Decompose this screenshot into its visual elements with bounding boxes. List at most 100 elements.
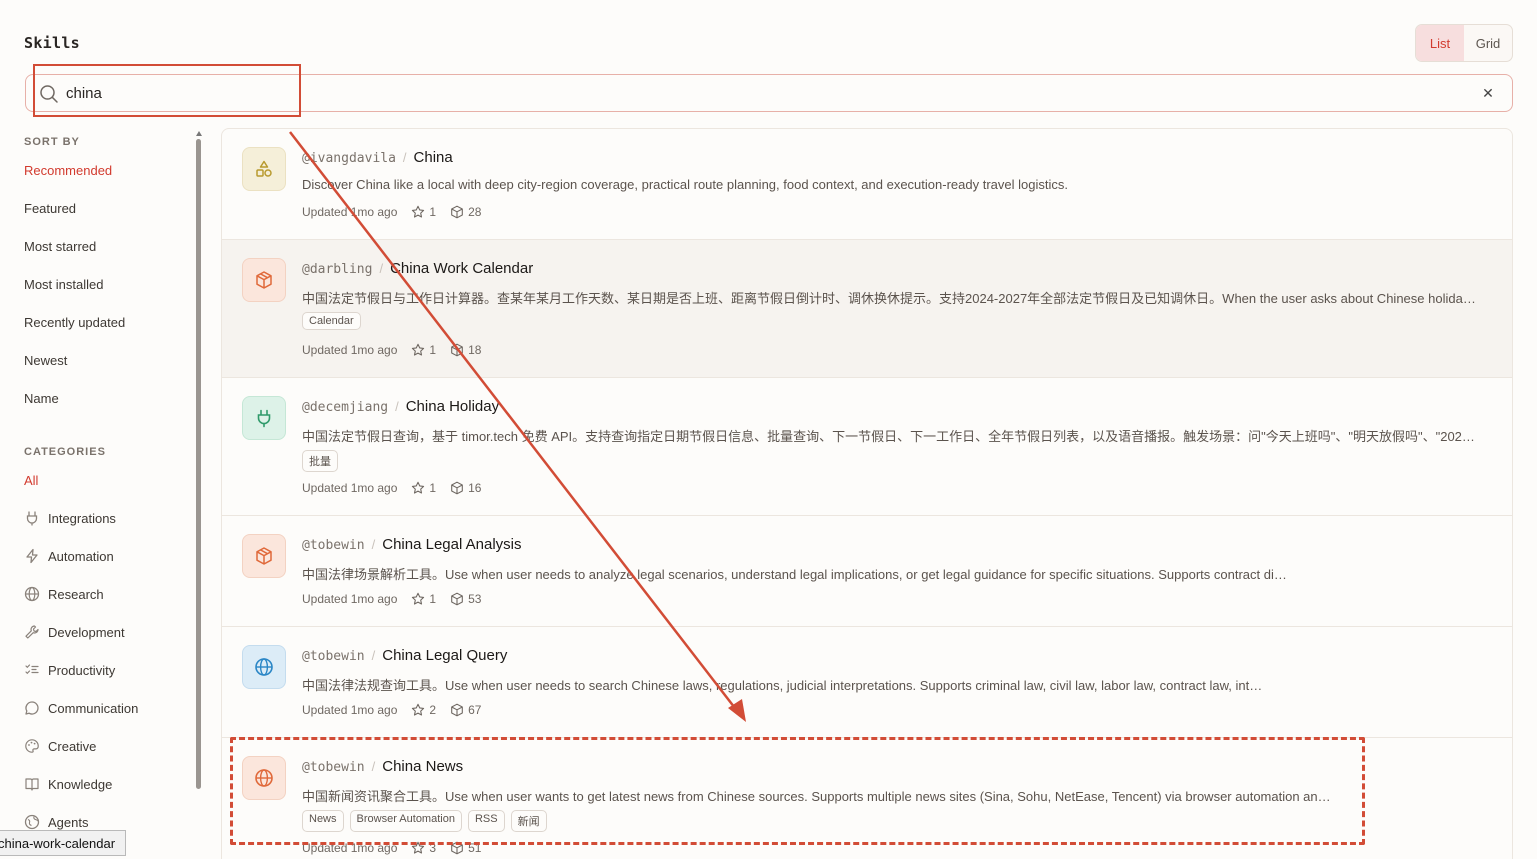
category-label: Communication [48,700,139,716]
updated-text: Updated 1mo ago [302,205,398,219]
skill-tile [242,258,286,302]
skill-description: 中国法定节假日查询，基于 timor.tech 免费 API。支持查询指定日期节… [302,429,1482,444]
category-creative[interactable]: Creative [24,736,96,756]
category-all[interactable]: All [24,470,38,490]
star-icon [412,703,425,716]
updated-text: Updated 1mo ago [302,343,398,357]
sort-most-installed[interactable]: Most installed [24,274,103,294]
star-icon [412,343,425,356]
category-development[interactable]: Development [24,622,125,642]
target-highlight-box [230,737,1365,845]
skill-name[interactable]: China [414,149,453,166]
category-research[interactable]: Research [24,584,104,604]
sort-name[interactable]: Name [24,388,59,408]
globe-icon [24,586,40,602]
sort-featured[interactable]: Featured [24,198,76,218]
package-icon [256,271,272,289]
sort-recently-updated[interactable]: Recently updated [24,312,125,332]
skill-name[interactable]: China Work Calendar [390,260,533,277]
skill-name[interactable]: China Legal Query [382,647,507,664]
separator: / [371,648,376,663]
category-label: Automation [48,548,114,564]
tag[interactable]: Calendar [302,312,361,330]
skill-row-china-legal-query[interactable]: @tobewin / China Legal Query 中国法律法规查询工具。… [222,627,1512,738]
category-label: Development [48,624,125,640]
skill-author[interactable]: @tobewin [302,649,365,664]
plug-icon [257,409,271,428]
skill-meta: Updated 1mo ago 1 28 [302,205,481,219]
agent-globe-icon [24,814,40,830]
skill-author[interactable]: @ivangdavila [302,151,396,166]
skill-tile [242,396,286,440]
install-count: 67 [468,703,482,717]
skill-name[interactable]: China Legal Analysis [382,536,521,553]
skill-author[interactable]: @darbling [302,262,372,277]
skill-author[interactable]: @tobewin [302,538,365,553]
category-automation[interactable]: Automation [24,546,114,566]
sort-recommended[interactable]: Recommended [24,160,112,180]
category-agents[interactable]: Agents [24,812,88,832]
page-title: Skills [24,34,80,52]
star-icon [412,205,425,218]
skill-meta: Updated 1mo ago 1 16 [302,481,481,495]
categories-heading: CATEGORIES [24,446,106,458]
tag-list: 批量 [302,450,338,472]
grid-view-button[interactable]: Grid [1464,25,1512,61]
skill-description: 中国法律场景解析工具。Use when user needs to analyz… [302,567,1292,582]
skill-meta: Updated 1mo ago 1 18 [302,343,481,357]
globe-icon [255,658,273,676]
skill-description: 中国法律法规查询工具。Use when user needs to search… [302,678,1267,693]
skill-row-china[interactable]: @ivangdavila / China Discover China like… [222,129,1512,240]
category-label: Agents [48,814,89,830]
skill-row-china-holiday[interactable]: @decemjiang / China Holiday 中国法定节假日查询，基于… [222,378,1512,516]
scroll-up-arrow-icon[interactable] [196,131,202,136]
package-icon [451,205,463,219]
category-communication[interactable]: Communication [24,698,138,718]
package-icon [451,343,463,357]
category-productivity[interactable]: Productivity [24,660,115,680]
skill-row-china-work-calendar[interactable]: @darbling / China Work Calendar 中国法定节假日与… [222,240,1512,378]
separator: / [402,150,407,165]
star-icon [412,481,425,494]
install-count: 53 [468,592,482,606]
category-label: Integrations [48,510,116,526]
skill-description: Discover China like a local with deep ci… [302,177,1068,192]
install-count: 18 [468,343,482,357]
view-toggle[interactable]: List Grid [1415,24,1513,62]
tooltip-text: china-work-calendar [0,835,116,851]
category-integrations[interactable]: Integrations [24,508,116,528]
list-view-button[interactable]: List [1416,25,1464,61]
tag-list: Calendar [302,312,361,330]
sort-most-starred[interactable]: Most starred [24,236,96,256]
skill-row-china-legal-analysis[interactable]: @tobewin / China Legal Analysis 中国法律场景解析… [222,516,1512,627]
sort-newest[interactable]: Newest [24,350,67,370]
category-knowledge[interactable]: Knowledge [24,774,112,794]
palette-icon [25,739,39,753]
skill-author[interactable]: @decemjiang [302,400,388,415]
search-highlight-box [33,64,301,117]
clear-search-icon[interactable]: ✕ [1478,83,1498,103]
separator: / [379,261,384,276]
package-icon [451,592,463,606]
skill-tile [242,645,286,689]
sidebar-scrollbar[interactable] [196,131,202,851]
shapes-icon [256,160,272,177]
package-icon [451,481,463,495]
scrollbar-thumb[interactable] [196,139,201,789]
category-label: Knowledge [48,776,113,792]
tag[interactable]: 批量 [302,450,338,472]
sort-by-heading: SORT BY [24,136,80,148]
package-icon [256,547,272,565]
star-count: 1 [429,481,437,495]
link-tooltip: china-work-calendar [0,830,127,856]
separator: / [395,399,399,414]
skill-name[interactable]: China Holiday [406,398,499,415]
lightning-icon [26,548,38,564]
skill-meta: Updated 1mo ago 2 67 [302,703,481,717]
separator: / [371,537,376,552]
skill-tile [242,534,286,578]
chat-bubble-icon [25,701,39,715]
star-count: 1 [429,592,437,606]
star-icon [412,592,425,605]
star-count: 1 [429,343,437,357]
